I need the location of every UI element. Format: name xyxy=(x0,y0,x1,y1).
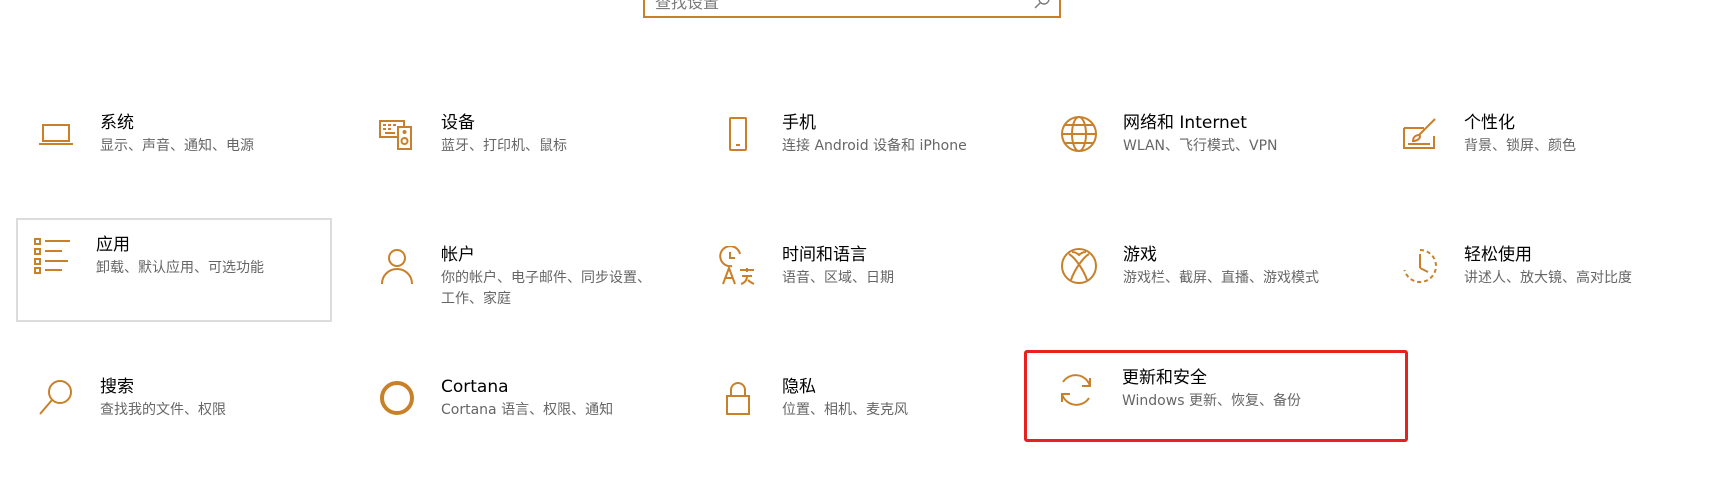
tile-subtitle: Cortana 语言、权限、通知 xyxy=(441,402,614,418)
person-icon xyxy=(377,246,417,286)
tile-subtitle: WLAN、飞行模式、VPN xyxy=(1123,138,1278,154)
xbox-icon xyxy=(1059,246,1099,286)
tile-title: 帐户 xyxy=(441,245,475,265)
tile-subtitle: 连接 Android 设备和 iPhone xyxy=(782,138,967,154)
tile-search[interactable]: 搜索 查找我的文件、权限 xyxy=(20,360,336,464)
tile-subtitle: 蓝牙、打印机、鼠标 xyxy=(441,138,567,154)
tile-title: 更新和安全 xyxy=(1122,368,1207,388)
globe-icon xyxy=(1059,114,1099,154)
tile-privacy[interactable]: 隐私 位置、相机、麦克风 xyxy=(702,360,1018,464)
magnifier-icon xyxy=(36,378,76,418)
tile-phone[interactable]: 手机 连接 Android 设备和 iPhone xyxy=(702,96,1018,200)
tile-personalization[interactable]: 个性化 背景、锁屏、颜色 xyxy=(1384,96,1700,200)
tile-subtitle: 语音、区域、日期 xyxy=(782,270,894,286)
tile-title: 设备 xyxy=(441,113,475,133)
tile-subtitle: 查找我的文件、权限 xyxy=(100,402,226,418)
cortana-ring-icon xyxy=(377,378,417,418)
keyboard-speaker-icon xyxy=(377,114,417,154)
phone-icon xyxy=(718,114,758,154)
search-icon[interactable] xyxy=(1033,0,1051,10)
tile-subtitle: 背景、锁屏、颜色 xyxy=(1464,138,1576,154)
tile-title: 隐私 xyxy=(782,377,816,397)
tile-title: 个性化 xyxy=(1464,113,1515,133)
tile-subtitle: 卸载、默认应用、可选功能 xyxy=(96,260,264,276)
time-language-icon xyxy=(718,246,758,286)
tile-subtitle: 位置、相机、麦克风 xyxy=(782,402,908,418)
lock-icon xyxy=(718,378,758,418)
tile-accounts[interactable]: 帐户 你的帐户、电子邮件、同步设置、工作、家庭 xyxy=(361,228,677,332)
tile-title: 游戏 xyxy=(1123,245,1157,265)
apps-list-icon xyxy=(32,236,72,276)
tile-title: 网络和 Internet xyxy=(1123,113,1247,133)
settings-search-box[interactable] xyxy=(643,0,1061,18)
laptop-icon xyxy=(36,114,76,154)
tile-subtitle: 游戏栏、截屏、直播、游戏模式 xyxy=(1123,270,1319,286)
tile-title: 时间和语言 xyxy=(782,245,867,265)
tile-subtitle: 讲述人、放大镜、高对比度 xyxy=(1464,270,1632,286)
tile-subtitle: 显示、声音、通知、电源 xyxy=(100,138,254,154)
tile-apps[interactable]: 应用 卸载、默认应用、可选功能 xyxy=(16,218,332,322)
search-input[interactable] xyxy=(655,0,1015,16)
tile-title: 轻松使用 xyxy=(1464,245,1532,265)
tile-gaming[interactable]: 游戏 游戏栏、截屏、直播、游戏模式 xyxy=(1043,228,1359,332)
tile-subtitle: Windows 更新、恢复、备份 xyxy=(1122,393,1301,409)
tile-subtitle: 你的帐户、电子邮件、同步设置、工作、家庭 xyxy=(441,270,651,307)
tile-title: 系统 xyxy=(100,113,134,133)
tile-network[interactable]: 网络和 Internet WLAN、飞行模式、VPN xyxy=(1043,96,1359,200)
tile-devices[interactable]: 设备 蓝牙、打印机、鼠标 xyxy=(361,96,677,200)
tile-system[interactable]: 系统 显示、声音、通知、电源 xyxy=(20,96,336,200)
tile-update-security[interactable]: 更新和安全 Windows 更新、恢复、备份 xyxy=(1024,350,1408,442)
sync-arrows-icon xyxy=(1056,370,1096,410)
ease-of-access-icon xyxy=(1400,246,1440,286)
tile-title: 应用 xyxy=(96,235,130,255)
paint-brush-icon xyxy=(1400,114,1440,154)
tile-cortana[interactable]: Cortana Cortana 语言、权限、通知 xyxy=(361,360,677,464)
tile-title: 手机 xyxy=(782,113,816,133)
tile-title: Cortana xyxy=(441,377,509,397)
tile-time-language[interactable]: 时间和语言 语音、区域、日期 xyxy=(702,228,1018,332)
tile-title: 搜索 xyxy=(100,377,134,397)
tile-ease-of-access[interactable]: 轻松使用 讲述人、放大镜、高对比度 xyxy=(1384,228,1700,332)
